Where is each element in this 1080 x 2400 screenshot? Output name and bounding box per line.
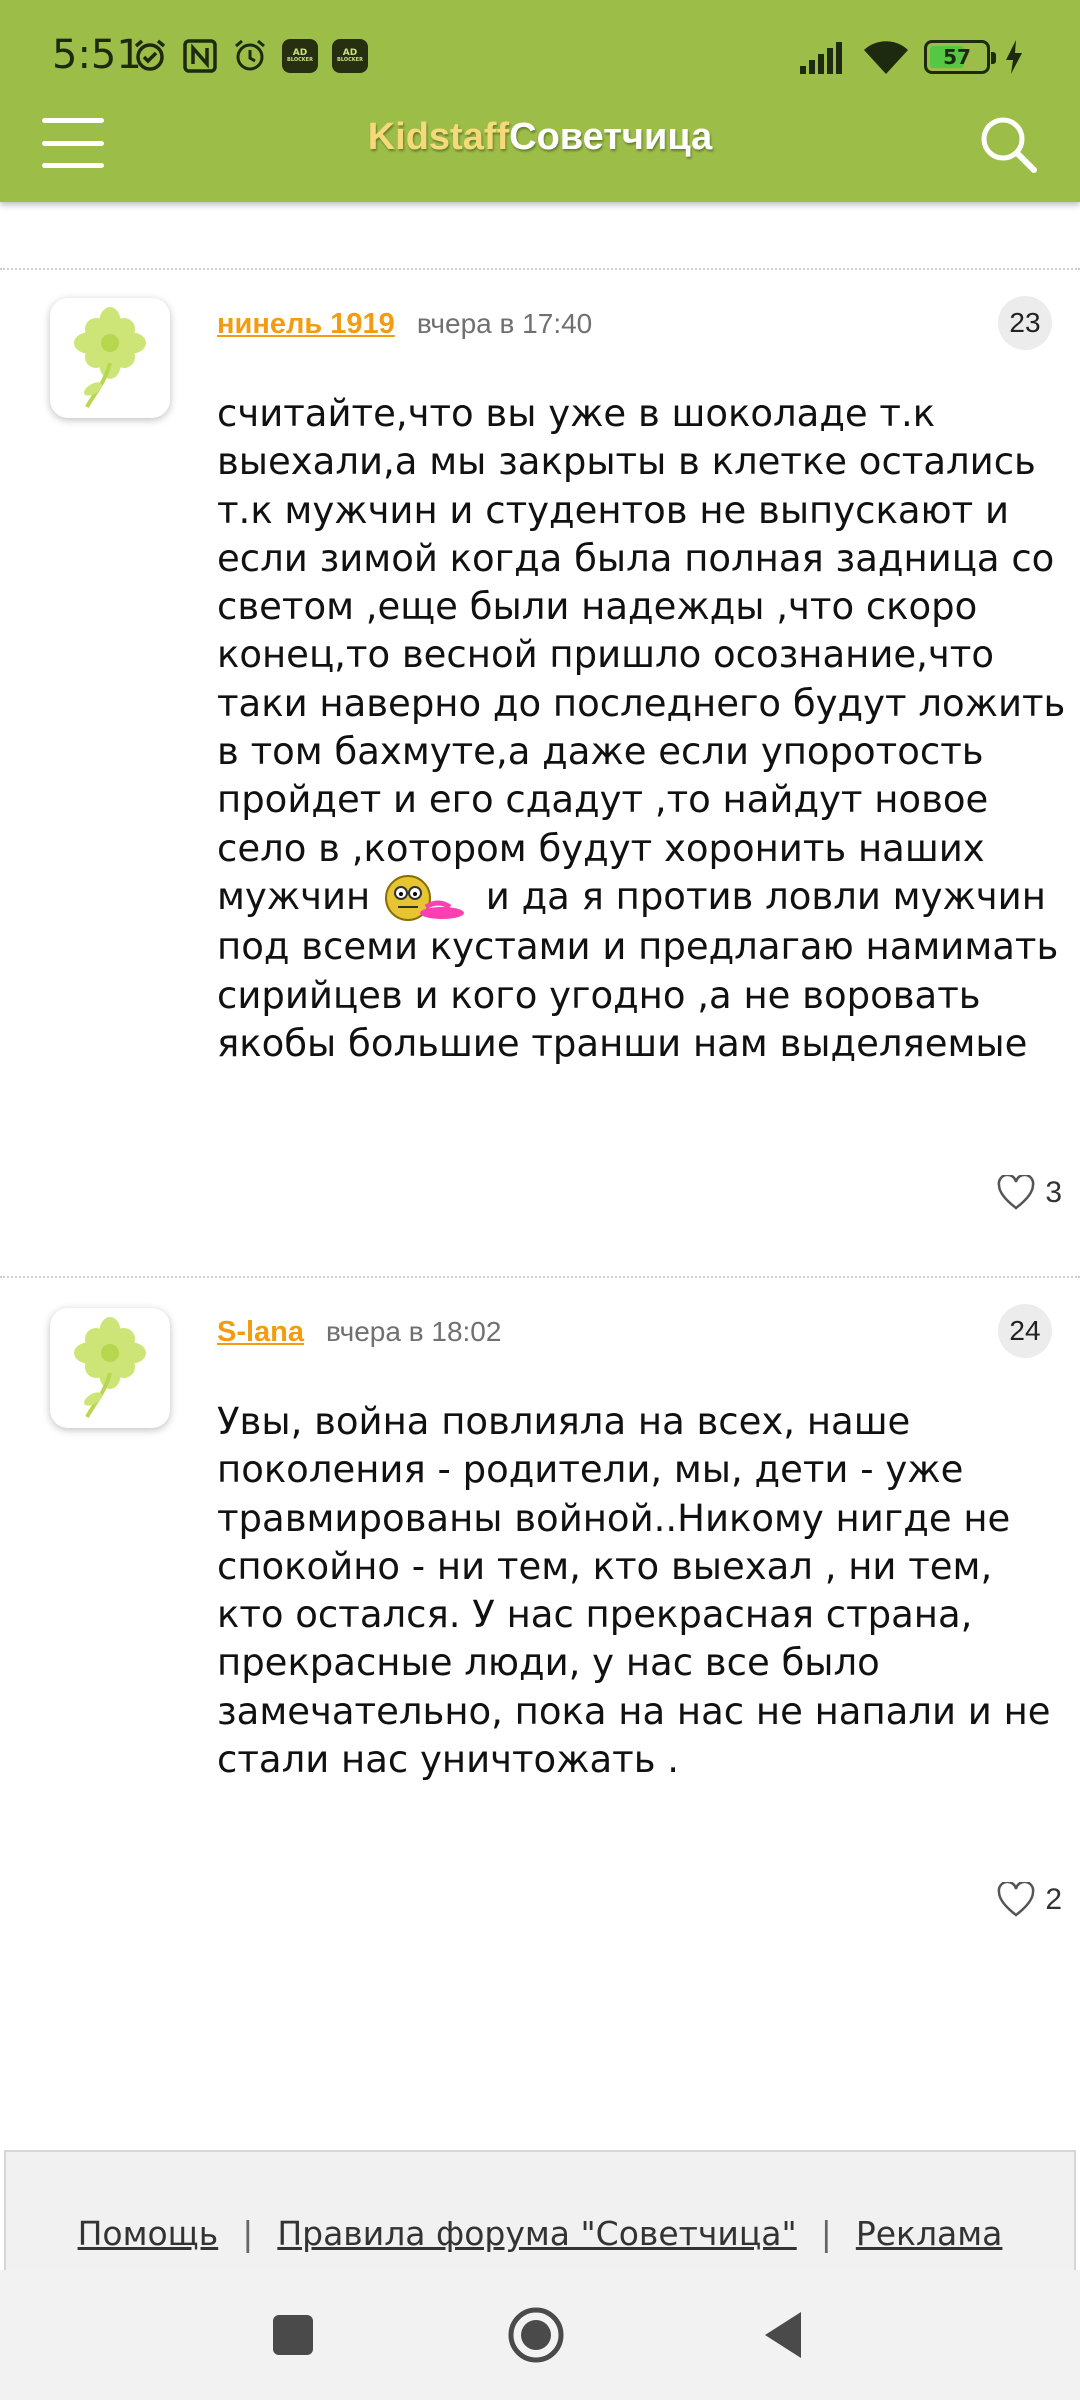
post-number[interactable]: 24 (998, 1304, 1052, 1358)
search-icon[interactable] (976, 112, 1040, 176)
back-button[interactable] (750, 2302, 816, 2368)
top-bar: 5:51 AD BLOCKER AD BLOCKER 57 KidstaffСове… (0, 0, 1080, 202)
status-left-icons: AD BLOCKER AD BLOCKER (132, 38, 368, 74)
charging-icon (1006, 40, 1022, 74)
footer-link-help[interactable]: Помощь (78, 2214, 219, 2253)
system-nav-bar (0, 2270, 1080, 2400)
footer-link-forum-rules[interactable]: Правила форума "Советчица" (277, 2214, 796, 2253)
logo-kidstaff: Kidstaff (367, 116, 510, 158)
flower-avatar-icon (74, 1317, 146, 1418)
wifi-icon (864, 41, 908, 74)
battery-icon: 57 (924, 40, 996, 74)
like-count: 3 (1045, 1176, 1062, 1209)
like-button[interactable]: 3 (997, 1175, 1062, 1211)
post-divider (0, 268, 1080, 270)
back-triangle-icon (765, 2312, 801, 2358)
alarm-icon (235, 39, 265, 71)
avatar[interactable] (50, 1308, 170, 1428)
smiley-emoji-icon (385, 875, 465, 922)
post-body: Увы, война повлияла на всех, наше поколе… (217, 1400, 1051, 1782)
recents-square-icon (273, 2315, 313, 2355)
ad-badge-subtext: BLOCKER (337, 57, 363, 63)
footer-links: Помощь | Правила форума "Советчица" | Ре… (6, 2214, 1074, 2253)
post-meta: S-lana вчера в 18:02 (217, 1316, 501, 1349)
avatar[interactable] (50, 298, 170, 418)
signal-icon (800, 42, 842, 74)
ad-blocker-icon: AD BLOCKER (282, 39, 318, 73)
footer-separator: | (820, 2214, 832, 2253)
footer-link-ads[interactable]: Реклама (856, 2214, 1003, 2253)
footer-separator: | (242, 2214, 254, 2253)
post-divider (0, 1276, 1080, 1278)
ad-blocker-icon: AD BLOCKER (332, 39, 368, 73)
like-button[interactable]: 2 (997, 1882, 1062, 1918)
status-right-icons: 57 (800, 38, 1024, 76)
menu-line (42, 163, 104, 168)
status-time: 5:51 (52, 32, 142, 78)
page-footer: Помощь | Правила форума "Советчица" | Ре… (4, 2150, 1076, 2270)
site-logo[interactable]: KidstaffСоветчица (0, 116, 1080, 159)
alarm-check-icon (134, 39, 166, 71)
home-circle-icon (508, 2307, 564, 2363)
post-number[interactable]: 23 (998, 296, 1052, 350)
logo-sovetchitsa: Советчица (509, 116, 713, 158)
heart-icon (997, 1882, 1035, 1917)
post-meta: нинель 1919 вчера в 17:40 (217, 308, 592, 341)
battery-level: 57 (943, 45, 971, 69)
post-date: вчера в 17:40 (416, 308, 593, 339)
nfc-icon (183, 39, 217, 73)
ad-badge-subtext: BLOCKER (287, 57, 313, 63)
recents-button[interactable] (260, 2302, 326, 2368)
post-author[interactable]: S-lana (217, 1316, 304, 1349)
post-text: считайте,что вы уже в шоколаде т.к выеха… (217, 392, 1066, 918)
flower-avatar-icon (74, 307, 146, 408)
status-bar: 5:51 AD BLOCKER AD BLOCKER 57 (0, 0, 1080, 110)
post-author[interactable]: нинель 1919 (217, 308, 395, 341)
post-date: вчера в 18:02 (326, 1316, 502, 1347)
post-body: считайте,что вы уже в шоколаде т.к выеха… (217, 390, 1067, 1068)
like-count: 2 (1045, 1883, 1062, 1916)
app-bar: KidstaffСоветчица (0, 110, 1080, 202)
home-button[interactable] (503, 2302, 569, 2368)
heart-icon (997, 1175, 1035, 1210)
